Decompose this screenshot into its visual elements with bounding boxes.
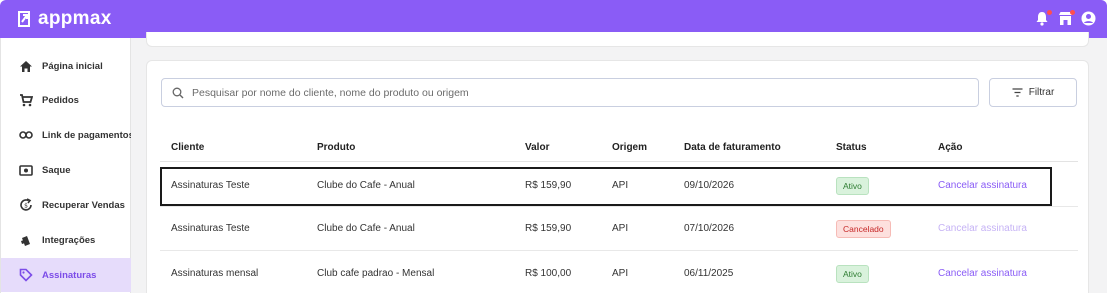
cell-cliente: Assinaturas Teste <box>171 180 250 191</box>
cash-icon <box>19 164 33 176</box>
filter-button[interactable]: Filtrar <box>989 78 1077 107</box>
column-header-status[interactable]: Status <box>836 142 867 153</box>
sidebar-item-label: Integrações <box>42 234 96 246</box>
cancel-subscription-link[interactable]: Cancelar assinatura <box>938 268 1027 279</box>
sidebar-item-label: Saque <box>42 164 71 176</box>
status-badge: Ativo <box>836 177 869 195</box>
cell-cliente: Assinaturas mensal <box>171 268 259 279</box>
cell-produto: Clube do Cafe - Anual <box>317 180 415 191</box>
cell-cliente: Assinaturas Teste <box>171 223 250 234</box>
user-icon[interactable] <box>1081 11 1097 27</box>
store-alert-dot <box>1070 10 1075 15</box>
sidebar-item-integracoes[interactable]: Integrações <box>1 223 131 257</box>
search-field[interactable] <box>161 78 979 107</box>
cell-data: 07/10/2026 <box>684 223 735 234</box>
search-input[interactable] <box>192 86 972 99</box>
main-content: Filtrar Cliente Produto Valor Origem Dat… <box>131 32 1107 293</box>
sidebar-item-link-de-pagamentos[interactable]: Link de pagamentos <box>1 118 134 152</box>
cell-valor: R$ 100,00 <box>525 268 572 279</box>
sidebar-item-label: Pedidos <box>42 94 79 106</box>
sidebar-item-recuperar-vendas[interactable]: $ Recuperar Vendas <box>1 188 131 222</box>
column-header-data[interactable]: Data de faturamento <box>684 142 781 153</box>
appmax-logo[interactable]: appmax <box>16 8 112 30</box>
cell-produto: Club cafe padrao - Mensal <box>317 268 435 279</box>
sidebar-item-label: Assinaturas <box>42 269 97 281</box>
cell-data: 09/10/2026 <box>684 180 735 191</box>
integrations-icon <box>21 236 30 246</box>
cell-valor: R$ 159,90 <box>525 180 572 191</box>
tag-icon <box>19 268 33 282</box>
cancel-subscription-link[interactable]: Cancelar assinatura <box>938 180 1027 191</box>
notification-dot <box>1047 10 1052 15</box>
sidebar: Página inicial Pedidos Link de pagamento… <box>0 38 134 293</box>
column-header-cliente[interactable]: Cliente <box>171 142 204 153</box>
bell-icon[interactable] <box>1035 10 1052 27</box>
filter-button-label: Filtrar <box>1028 87 1055 98</box>
brand-name: appmax <box>38 8 112 29</box>
cancel-subscription-link-disabled: Cancelar assinatura <box>938 223 1027 234</box>
appmax-logo-icon <box>18 11 30 27</box>
sidebar-item-pedidos[interactable]: Pedidos <box>1 83 131 117</box>
cell-valor: R$ 159,90 <box>525 223 572 234</box>
cell-origem: API <box>612 180 629 191</box>
column-header-produto[interactable]: Produto <box>317 142 355 153</box>
row-divider <box>160 250 1078 251</box>
column-header-acao[interactable]: Ação <box>938 142 962 153</box>
link-icon <box>19 131 33 139</box>
recover-icon: $ <box>20 198 32 211</box>
table-row-highlight[interactable] <box>160 167 1052 206</box>
cell-origem: API <box>612 223 629 234</box>
subscriptions-card: Filtrar Cliente Produto Valor Origem Dat… <box>146 60 1089 293</box>
column-header-valor[interactable]: Valor <box>525 142 549 153</box>
status-badge: Cancelado <box>836 220 891 238</box>
cell-origem: API <box>612 268 629 279</box>
sidebar-item-label: Link de pagamentos <box>42 129 134 141</box>
row-divider <box>160 206 1078 207</box>
home-icon <box>20 60 32 72</box>
search-icon <box>172 87 184 98</box>
status-badge: Ativo <box>836 265 869 283</box>
store-icon[interactable] <box>1058 10 1075 27</box>
cell-produto: Clube do Cafe - Anual <box>317 223 415 234</box>
sidebar-item-label: Recuperar Vendas <box>42 199 125 211</box>
sidebar-item-saque[interactable]: Saque <box>1 153 131 187</box>
filter-icon <box>1012 88 1023 97</box>
sidebar-item-label: Página inicial <box>42 60 103 72</box>
previous-card <box>146 32 1089 47</box>
column-header-origem[interactable]: Origem <box>612 142 647 153</box>
header-divider <box>160 161 1078 162</box>
cart-icon <box>20 93 33 106</box>
sidebar-item-assinaturas[interactable]: Assinaturas <box>1 258 131 292</box>
svg-text:$: $ <box>24 203 28 210</box>
sidebar-item-pagina-inicial[interactable]: Página inicial <box>1 49 131 83</box>
cell-data: 06/11/2025 <box>684 268 734 279</box>
